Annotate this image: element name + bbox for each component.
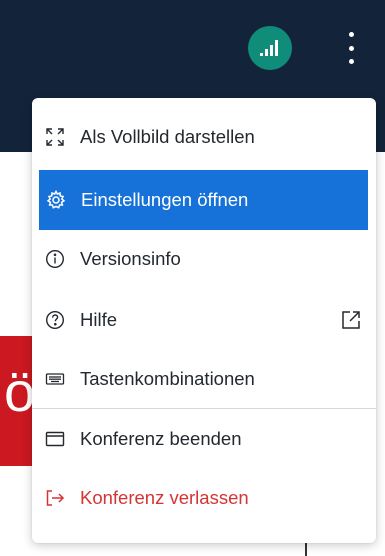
menu-item-label: Einstellungen öffnen <box>81 189 249 210</box>
menu-item-leave-conference[interactable]: Konferenz verlassen <box>32 468 376 528</box>
kebab-dot <box>348 45 354 51</box>
options-menu: Als Vollbild darstellen Einstellungen öf… <box>32 98 376 543</box>
connection-status-button[interactable] <box>248 26 292 70</box>
menu-item-label: Tastenkombinationen <box>80 368 255 389</box>
menu-item-end-conference[interactable]: Konferenz beenden <box>32 409 376 469</box>
gear-icon <box>45 189 67 211</box>
menu-item-label: Konferenz beenden <box>80 428 242 449</box>
help-icon <box>44 309 66 331</box>
menu-item-label: Als Vollbild darstellen <box>80 126 255 147</box>
keyboard-icon <box>44 368 66 390</box>
menu-item-label: Versionsinfo <box>80 248 181 269</box>
info-icon <box>44 248 66 270</box>
menu-item-fullscreen[interactable]: Als Vollbild darstellen <box>32 107 376 167</box>
tile-text-fragment: ö <box>4 360 36 423</box>
kebab-dot <box>348 59 354 64</box>
menu-item-help[interactable]: Hilfe <box>32 290 376 350</box>
menu-item-keyboard-shortcuts[interactable]: Tastenkombinationen <box>32 349 376 409</box>
external-link-icon <box>342 311 360 329</box>
menu-item-settings[interactable]: Einstellungen öffnen <box>39 170 368 230</box>
more-options-button[interactable] <box>344 28 358 68</box>
exit-arrow-icon <box>44 487 66 509</box>
kebab-dot <box>348 32 354 37</box>
menu-item-label: Hilfe <box>80 309 118 330</box>
menu-item-label: Konferenz verlassen <box>80 487 249 508</box>
fullscreen-icon <box>44 126 66 148</box>
signal-bars-icon <box>260 40 278 56</box>
window-icon <box>44 428 66 450</box>
menu-item-version-info[interactable]: Versionsinfo <box>32 229 376 289</box>
